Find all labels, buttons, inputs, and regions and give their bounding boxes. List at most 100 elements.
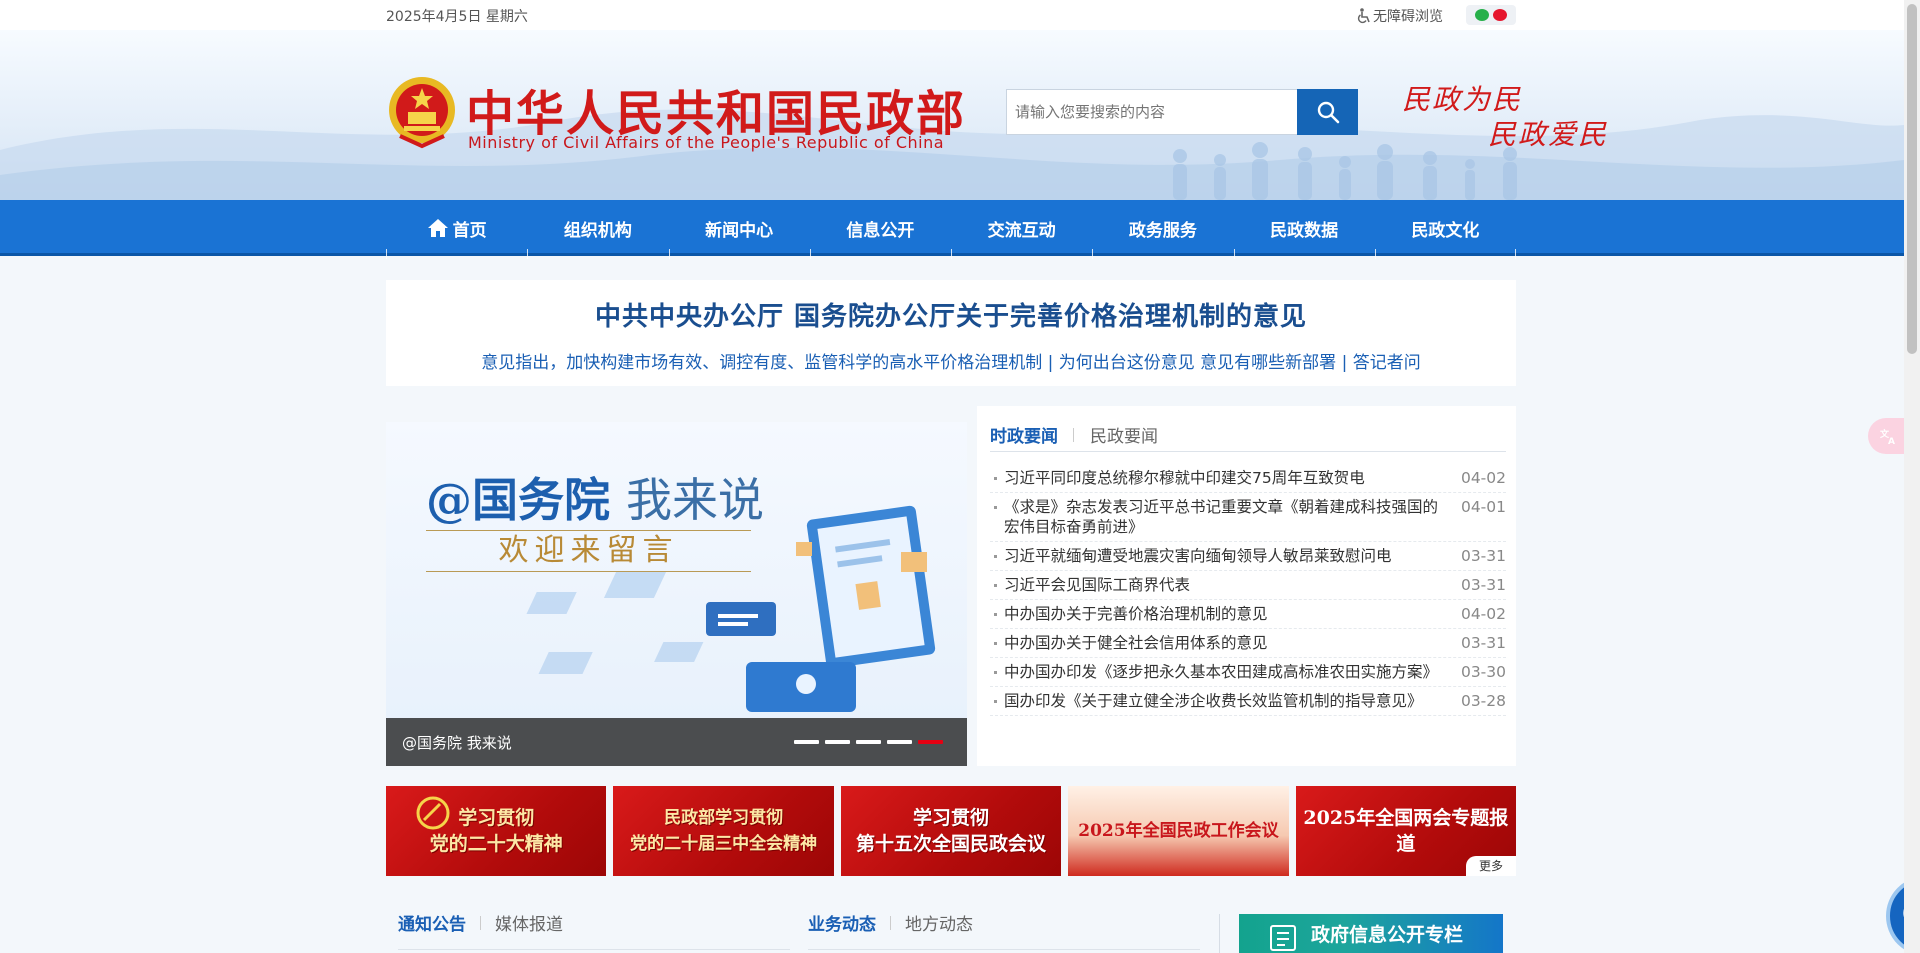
slogan-1: 民政为民 (1402, 83, 1523, 116)
news-list: 习近平同印度总统穆尔穆就中印建交75周年互致贺电 04-02 《求是》杂志发表习近… (990, 464, 1506, 716)
news-item[interactable]: 中办国办关于完善价格治理机制的意见 04-02 (990, 600, 1506, 629)
tab-notices[interactable]: 通知公告 (398, 910, 466, 935)
carousel-art-title-sub: 我来说 (626, 473, 765, 527)
news-panel: 时政要闻 民政要闻 习近平同印度总统穆尔穆就中印建交75周年互致贺电 04-02 … (977, 406, 1516, 766)
banner-20th-congress[interactable]: 学习贯彻 党的二十大精神 (386, 786, 607, 876)
carousel-dot[interactable] (856, 740, 881, 744)
translate-glyph-icon: 文 A (1879, 428, 1895, 445)
nav-item-interaction[interactable]: 交流互动 (951, 200, 1092, 259)
tab-divider (480, 915, 481, 930)
top-bar: 2025年4月5日 星期六 无障碍浏览 (0, 0, 1904, 30)
carousel-dot[interactable] (794, 740, 819, 744)
topic-banners: 学习贯彻 党的二十大精神 民政部学习贯彻 党的二十届三中全会精神 学习贯彻 第十… (386, 786, 1517, 876)
carousel-dot[interactable] (825, 740, 850, 744)
page-scrollbar[interactable] (1904, 0, 1920, 953)
banner-text: 2025年全国民政工作会议 (1078, 821, 1279, 841)
document-icon (1270, 925, 1296, 951)
carousel-dots (794, 740, 943, 744)
news-title[interactable]: 《求是》杂志发表习近平总书记重要文章《朝着建成科技强国的宏伟目标奋勇前进》 (1004, 497, 1444, 537)
accessibility-icon (1357, 8, 1370, 24)
search-box (1006, 89, 1358, 135)
national-emblem-icon (389, 77, 455, 149)
main-nav: 首页 组织机构 新闻中心 信息公开 交流互动 政务服务 民政数据 民政文化 (0, 200, 1904, 259)
accessibility-label: 无障碍浏览 (1373, 9, 1443, 25)
image-carousel[interactable]: @国务院 我来说 欢迎来留言 @国务院 我来说 (386, 422, 967, 766)
banner-third-plenum[interactable]: 民政部学习贯彻 党的二十届三中全会精神 (613, 786, 834, 876)
banner-text: 2025年全国两会专题报道 (1303, 807, 1509, 855)
news-item[interactable]: 习近平同印度总统穆尔穆就中印建交75周年互致贺电 04-02 (990, 464, 1506, 493)
news-item[interactable]: 习近平会见国际工商界代表 03-31 (990, 571, 1506, 600)
tab-divider (890, 915, 891, 930)
current-date: 2025年4月5日 星期六 (386, 9, 528, 25)
tab-civil-affairs-news[interactable]: 民政要闻 (1090, 422, 1158, 447)
news-date: 03-30 (1460, 663, 1506, 681)
news-title[interactable]: 习近平同印度总统穆尔穆就中印建交75周年互致贺电 (1004, 468, 1444, 488)
headline-title[interactable]: 中共中央办公厅 国务院办公厅关于完善价格治理机制的意见 (386, 296, 1516, 333)
gov-open-label: 政府信息公开专栏 (1311, 924, 1464, 946)
news-date: 03-31 (1460, 547, 1506, 565)
banner-text: 学习贯彻 第十五次全国民政会议 (856, 807, 1047, 855)
svg-text:A: A (1888, 437, 1895, 445)
search-input[interactable] (1006, 89, 1297, 135)
news-item[interactable]: 习近平就缅甸遭受地震灾害向缅甸领导人敏昂莱致慰问电 03-31 (990, 542, 1506, 571)
more-link[interactable]: 更多 (1466, 856, 1517, 876)
accessibility-link[interactable]: 无障碍浏览 (1357, 6, 1443, 26)
nav-item-organization[interactable]: 组织机构 (527, 200, 668, 259)
translate-icon[interactable]: 文 A (1868, 418, 1908, 454)
bottom-sections: 通知公告 媒体报道 业务动态 地方动态 政府信息公开专栏 (386, 896, 1516, 953)
news-date: 04-01 (1460, 498, 1506, 516)
weibo-icon[interactable] (1493, 9, 1507, 21)
news-item[interactable]: 中办国办关于健全社会信用体系的意见 03-31 (990, 629, 1506, 658)
news-date: 03-28 (1460, 692, 1506, 710)
site-logo-en: Ministry of Civil Affairs of the People'… (468, 133, 945, 152)
page: 2025年4月5日 星期六 无障碍浏览 中华人民共和国民政部 Ministry … (0, 0, 1920, 953)
section-divider (1219, 914, 1220, 953)
carousel-art-title-main: @国务院 (426, 473, 610, 527)
scrollbar-thumb[interactable] (1907, 4, 1917, 354)
banner-work-conference-2025[interactable]: 2025年全国民政工作会议 (1068, 786, 1289, 876)
news-title[interactable]: 中办国办印发《逐步把永久基本农田建成高标准农田实施方案》 (1004, 662, 1444, 682)
news-item[interactable]: 中办国办印发《逐步把永久基本农田建成高标准农田实施方案》 03-30 (990, 658, 1506, 687)
news-item[interactable]: 《求是》杂志发表习近平总书记重要文章《朝着建成科技强国的宏伟目标奋勇前进》 04-… (990, 493, 1506, 542)
tab-media-reports[interactable]: 媒体报道 (495, 910, 563, 935)
news-title[interactable]: 中办国办关于完善价格治理机制的意见 (1004, 604, 1444, 624)
headline-block: 中共中央办公厅 国务院办公厅关于完善价格治理机制的意见 意见指出，加快构建市场有… (386, 280, 1516, 386)
headline-subtitle[interactable]: 意见指出，加快构建市场有效、调控有度、监管科学的高水平价格治理机制 | 为何出台… (386, 348, 1516, 373)
nav-item-culture[interactable]: 民政文化 (1374, 200, 1517, 259)
nav-item-home[interactable]: 首页 (386, 200, 527, 259)
gov-info-disclosure-button[interactable]: 政府信息公开专栏 (1239, 914, 1503, 953)
carousel-caption[interactable]: @国务院 我来说 (402, 732, 512, 753)
carousel-art-subtitle: 欢迎来留言 (426, 530, 751, 572)
wechat-icon[interactable] (1475, 9, 1489, 21)
tab-divider (1073, 427, 1074, 442)
news-item[interactable]: 国办印发《关于建立健全涉企收费长效监管机制的指导意见》 03-28 (990, 687, 1506, 716)
site-header: 中华人民共和国民政部 Ministry of Civil Affairs of … (0, 30, 1904, 200)
carousel-dot-active[interactable] (918, 740, 943, 744)
news-title[interactable]: 习近平会见国际工商界代表 (1004, 575, 1444, 595)
news-title[interactable]: 国办印发《关于建立健全涉企收费长效监管机制的指导意见》 (1004, 691, 1444, 711)
news-title[interactable]: 中办国办关于健全社会信用体系的意见 (1004, 633, 1444, 653)
nav-item-gov-services[interactable]: 政务服务 (1092, 200, 1233, 259)
nav-item-data[interactable]: 民政数据 (1233, 200, 1375, 259)
nav-item-news-center[interactable]: 新闻中心 (668, 200, 810, 259)
banner-civil-affairs-conference[interactable]: 学习贯彻 第十五次全国民政会议 (840, 786, 1062, 876)
banner-text: 民政部学习贯彻 党的二十届三中全会精神 (630, 808, 818, 854)
carousel-dot[interactable] (887, 740, 912, 744)
nav-item-info-disclosure[interactable]: 信息公开 (809, 200, 951, 259)
tab-politics-news[interactable]: 时政要闻 (990, 422, 1058, 447)
news-title[interactable]: 习近平就缅甸遭受地震灾害向缅甸领导人敏昂莱致慰问电 (1004, 546, 1444, 566)
search-icon (1317, 101, 1339, 124)
home-icon (427, 219, 448, 237)
party-emblem-icon (416, 796, 450, 830)
carousel-art-title: @国务院 我来说 (426, 464, 764, 530)
people-silhouette-illustration (1173, 142, 1517, 200)
news-tabs: 时政要闻 民政要闻 (990, 418, 1506, 452)
search-button[interactable] (1297, 89, 1358, 135)
banner-two-sessions-2025[interactable]: 2025年全国两会专题报道 更多 (1295, 786, 1517, 876)
business-tabs: 业务动态 地方动态 (808, 896, 1200, 950)
news-date: 04-02 (1460, 469, 1506, 487)
news-date: 04-02 (1460, 605, 1506, 623)
tab-local-updates[interactable]: 地方动态 (905, 910, 973, 935)
nav-label: 首页 (452, 220, 487, 241)
tab-business-updates[interactable]: 业务动态 (808, 910, 876, 935)
